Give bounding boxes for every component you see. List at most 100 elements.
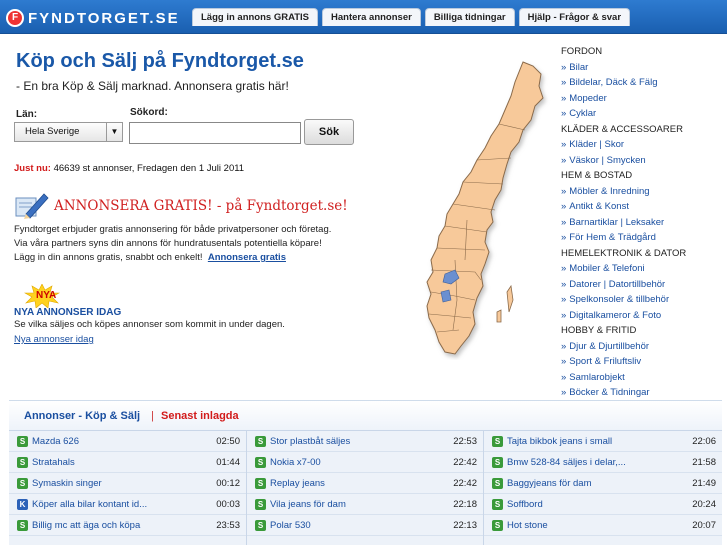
sell-badge-icon: S — [255, 477, 266, 489]
category-group: HEMELEKTRONIK & DATOR » Mobiler & Telefon… — [561, 246, 721, 324]
new-ads-heading: NYA ANNONSER IDAG — [14, 307, 122, 318]
double-chevron-icon: » — [561, 201, 567, 212]
category-link[interactable]: » Sport & Friluftsliv — [561, 354, 721, 370]
listing-title-link[interactable]: Baggyjeans för dam — [507, 478, 692, 489]
listing-time: 21:49 — [692, 477, 716, 489]
category-link[interactable]: » Djur & Djurtillbehör — [561, 339, 721, 355]
sweden-map[interactable] — [415, 60, 555, 360]
category-heading: HEM & BOSTAD — [561, 170, 633, 181]
category-link[interactable]: » Mopeder — [561, 91, 721, 107]
sell-badge-icon: S — [17, 456, 28, 468]
listing-title[interactable]: Annonser - Köp & Sälj — [24, 410, 140, 422]
double-chevron-icon: » — [561, 92, 567, 104]
category-link[interactable]: » Digitalkameror & Foto — [561, 308, 721, 324]
listing-row[interactable]: S Stratahals 01:44 — [9, 452, 246, 473]
listing-row[interactable]: S Tajta bikbok jeans i small 22:06 — [484, 431, 722, 452]
listing-row[interactable]: S Hot stone 20:07 — [484, 515, 722, 536]
category-link[interactable]: » Antikt & Konst — [561, 199, 721, 215]
site-logo[interactable]: F FYNDTORGET.SE — [6, 7, 180, 29]
double-chevron-icon: » — [561, 263, 567, 274]
search-input[interactable] — [129, 122, 301, 144]
chevron-down-icon[interactable]: ▼ — [106, 123, 122, 141]
category-link[interactable]: » Mobiler & Telefoni — [561, 261, 721, 277]
double-chevron-icon: » — [561, 77, 567, 88]
listing-title-link[interactable]: Polar 530 — [270, 520, 453, 531]
listing-title-link[interactable]: Symaskin singer — [32, 478, 216, 489]
category-link[interactable]: » Spelkonsoler & tillbehör — [561, 292, 721, 308]
top-tabs: Lägg in annons GRATIS Hantera annonser B… — [192, 8, 631, 26]
listing-row[interactable]: S Billig mc att äga och köpa 23:53 — [9, 515, 246, 536]
sell-badge-icon: S — [492, 477, 503, 489]
page-title: Köp och Sälj på Fyndtorget.se — [16, 50, 304, 72]
sell-badge-icon: S — [492, 456, 503, 468]
category-link[interactable]: » För Hem & Trädgård — [561, 230, 721, 246]
listing-time: 23:53 — [216, 519, 240, 531]
listing-title-link[interactable]: Hot stone — [507, 520, 692, 531]
sell-badge-icon: S — [255, 435, 266, 447]
new-ads-link[interactable]: Nya annonser idag — [14, 334, 94, 345]
tab-help[interactable]: Hjälp - Frågor & svar — [518, 8, 631, 26]
listing-column: S Stor plastbåt säljes 22:53 S Nokia x7-00 2… — [246, 431, 483, 545]
category-heading: KLÄDER & ACCESSOARER — [561, 123, 683, 135]
listing-title-link[interactable]: Stratahals — [32, 457, 216, 468]
listing-title-link[interactable]: Stor plastbåt säljes — [270, 436, 453, 447]
recent-label[interactable]: Senast inlagda — [161, 410, 239, 422]
listing-title-link[interactable]: Tajta bikbok jeans i small — [507, 436, 692, 447]
category-group: HOBBY & FRITID » Djur & Djurtillbehör » Sp… — [561, 323, 721, 401]
tab-cheap-magazines[interactable]: Billiga tidningar — [424, 8, 515, 26]
listing-row[interactable]: S Symaskin singer 00:12 — [9, 473, 246, 494]
double-chevron-icon: » — [561, 61, 567, 73]
listing-time: 22:42 — [453, 477, 477, 489]
category-group: FORDON » Bilar » Bildelar, Däck & Fälg » Mo… — [561, 44, 721, 122]
listing-time: 22:53 — [453, 435, 477, 447]
category-list: FORDON » Bilar » Bildelar, Däck & Fälg » Mo… — [561, 44, 721, 401]
category-link[interactable]: » Datorer | Datortillbehör — [561, 277, 721, 293]
category-link[interactable]: » Samlarobjekt — [561, 370, 721, 386]
category-link[interactable]: » Möbler & Inredning — [561, 184, 721, 200]
sell-badge-icon: S — [492, 498, 503, 510]
category-link[interactable]: » Väskor | Smycken — [561, 153, 721, 169]
category-link[interactable]: » Bildelar, Däck & Fälg — [561, 75, 721, 91]
listing-row[interactable]: S Vila jeans för dam 22:18 — [247, 494, 483, 515]
county-select[interactable]: Hela Sverige ▼ — [14, 122, 123, 142]
double-chevron-icon: » — [561, 387, 567, 398]
listing-title-link[interactable]: Nokia x7-00 — [270, 457, 453, 468]
listing-title-link[interactable]: Replay jeans — [270, 478, 453, 489]
listing-time: 22:13 — [453, 519, 477, 531]
category-heading: HOBBY & FRITID — [561, 325, 637, 336]
listing-title-link[interactable]: Billig mc att äga och köpa — [32, 520, 216, 531]
listing-row[interactable]: S Replay jeans 22:42 — [247, 473, 483, 494]
promo-headline[interactable]: ANNONSERA GRATIS! - på Fyndtorget.se! — [54, 198, 348, 214]
category-link[interactable]: » Cyklar — [561, 106, 721, 122]
sell-badge-icon: S — [492, 519, 503, 531]
listing-title-link[interactable]: Mazda 626 — [32, 436, 216, 447]
double-chevron-icon: » — [561, 294, 567, 305]
listing-title-link[interactable]: Köper alla bilar kontant id... — [32, 499, 216, 510]
listing-row[interactable]: S Soffbord 20:24 — [484, 494, 722, 515]
tab-add-ad[interactable]: Lägg in annons GRATIS — [192, 8, 319, 26]
listing-title-link[interactable]: Vila jeans för dam — [270, 499, 453, 510]
category-link[interactable]: » Barnartiklar | Leksaker — [561, 215, 721, 231]
listing-row[interactable]: S Bmw 528-84 säljes i delar,... 21:58 — [484, 452, 722, 473]
sell-badge-icon: S — [17, 435, 28, 447]
listing-time: 21:58 — [692, 456, 716, 468]
listing-row[interactable]: K Köper alla bilar kontant id... 00:03 — [9, 494, 246, 515]
search-button[interactable]: Sök — [304, 119, 354, 145]
category-link[interactable]: » Kläder | Skor — [561, 137, 721, 153]
listing-grid: S Mazda 626 02:50 S Stratahals 01:44 S Symask… — [9, 430, 722, 545]
listing-row[interactable]: S Nokia x7-00 22:42 — [247, 452, 483, 473]
listing-row[interactable]: S Baggyjeans för dam 21:49 — [484, 473, 722, 494]
tab-manage-ads[interactable]: Hantera annonser — [322, 8, 421, 26]
advertise-free-link[interactable]: Annonsera gratis — [208, 252, 286, 263]
listing-row[interactable]: S Polar 530 22:13 — [247, 515, 483, 536]
listing-row[interactable]: S Mazda 626 02:50 — [9, 431, 246, 452]
category-link[interactable]: » Bilar — [561, 60, 721, 76]
double-chevron-icon: » — [561, 371, 567, 383]
listing-row[interactable]: S Stor plastbåt säljes 22:53 — [247, 431, 483, 452]
keyword-label: Sökord: — [130, 107, 168, 118]
listing-title-link[interactable]: Bmw 528-84 säljes i delar,... — [507, 457, 692, 468]
category-link[interactable]: » Böcker & Tidningar — [561, 385, 721, 401]
listing-title-link[interactable]: Soffbord — [507, 499, 692, 510]
logo-text: FYNDTORGET.SE — [28, 9, 180, 27]
double-chevron-icon: » — [561, 309, 567, 321]
